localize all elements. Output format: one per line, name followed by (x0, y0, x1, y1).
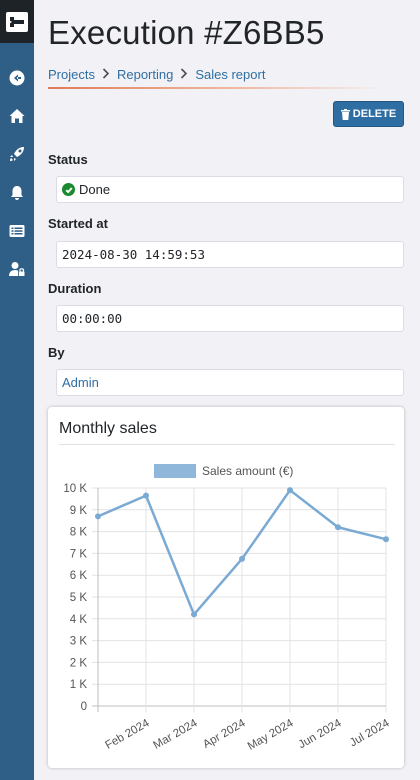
y-tick-label: 8 K (70, 527, 88, 539)
data-point (383, 536, 389, 543)
status-label: Status (48, 152, 88, 167)
home-icon (9, 109, 25, 123)
sidebar (0, 0, 34, 780)
legend-label: Sales amount (€) (202, 464, 293, 478)
rocket-icon (10, 147, 24, 161)
y-tick-label: 1 K (70, 679, 88, 691)
x-tick-label: Feb 2024 (103, 717, 152, 752)
main-content: Execution #Z6BB5 Projects Reporting Sale… (34, 0, 420, 780)
app-logo[interactable] (0, 0, 34, 43)
y-tick-label: 6 K (70, 570, 88, 582)
status-value: Done (79, 182, 111, 197)
list-icon (9, 225, 25, 237)
y-tick-label: 2 K (70, 657, 88, 669)
delete-button[interactable]: DELETE (333, 101, 404, 127)
data-point (191, 611, 197, 618)
delete-label: DELETE (352, 108, 397, 120)
nav-users[interactable] (0, 256, 34, 282)
y-tick-label: 7 K (70, 548, 88, 560)
chevron-right-icon (95, 66, 117, 82)
status-field: Done (56, 176, 404, 203)
chart-card: Monthly sales 01 K2 K3 K4 K5 K6 K7 K8 K9… (48, 407, 404, 768)
trash-icon (340, 108, 350, 120)
breadcrumb-sales-report[interactable]: Sales report (195, 67, 265, 82)
breadcrumb-reporting[interactable]: Reporting (117, 67, 173, 82)
data-point (143, 492, 149, 499)
x-tick-label: Jul 2024 (348, 717, 392, 749)
by-user-link[interactable]: Admin (62, 375, 99, 390)
user-lock-icon (9, 262, 25, 276)
nav-notifications[interactable] (0, 180, 34, 206)
line-chart: 0 1 K 2 K 3 K 4 K 5 K 6 K 7 K 8 K 9 K 10 K Feb 2024… (63, 464, 392, 753)
x-tick-label: Apr 2024 (201, 717, 248, 751)
title-underline (48, 87, 388, 89)
y-tick-label: 4 K (70, 614, 88, 626)
nav-home[interactable] (0, 103, 34, 129)
y-tick-label: 5 K (70, 592, 88, 604)
by-label: By (48, 345, 65, 360)
nav-projects[interactable] (0, 141, 34, 167)
nav-back[interactable] (0, 65, 34, 91)
duration-label: Duration (48, 281, 102, 296)
x-tick-label: Mar 2024 (151, 717, 200, 752)
duration-field: 00:00:00 (56, 305, 404, 332)
data-point (335, 524, 341, 531)
bell-icon (11, 186, 23, 200)
data-point (287, 487, 293, 494)
back-icon (9, 70, 25, 86)
x-tick-label: Jun 2024 (297, 717, 345, 751)
x-tick-label: May 2024 (246, 717, 296, 753)
by-field: Admin (56, 369, 404, 396)
chevron-right-icon (173, 66, 195, 82)
page-title: Execution #Z6BB5 (48, 14, 325, 51)
breadcrumb-projects[interactable]: Projects (48, 67, 95, 82)
data-point (95, 513, 101, 520)
started-at-field: 2024-08-30 14:59:53 (56, 241, 404, 268)
started-at-label: Started at (48, 216, 108, 231)
y-tick-label: 3 K (70, 636, 88, 648)
check-circle-icon (62, 183, 75, 196)
y-tick-label: 9 K (70, 505, 88, 517)
nav-list[interactable] (0, 218, 34, 244)
y-tick-label: 10 K (63, 483, 87, 495)
logo-icon (6, 11, 28, 32)
data-point (239, 555, 245, 562)
breadcrumb: Projects Reporting Sales report (48, 66, 265, 82)
legend-swatch (154, 464, 196, 478)
y-tick-label: 0 (81, 701, 87, 713)
